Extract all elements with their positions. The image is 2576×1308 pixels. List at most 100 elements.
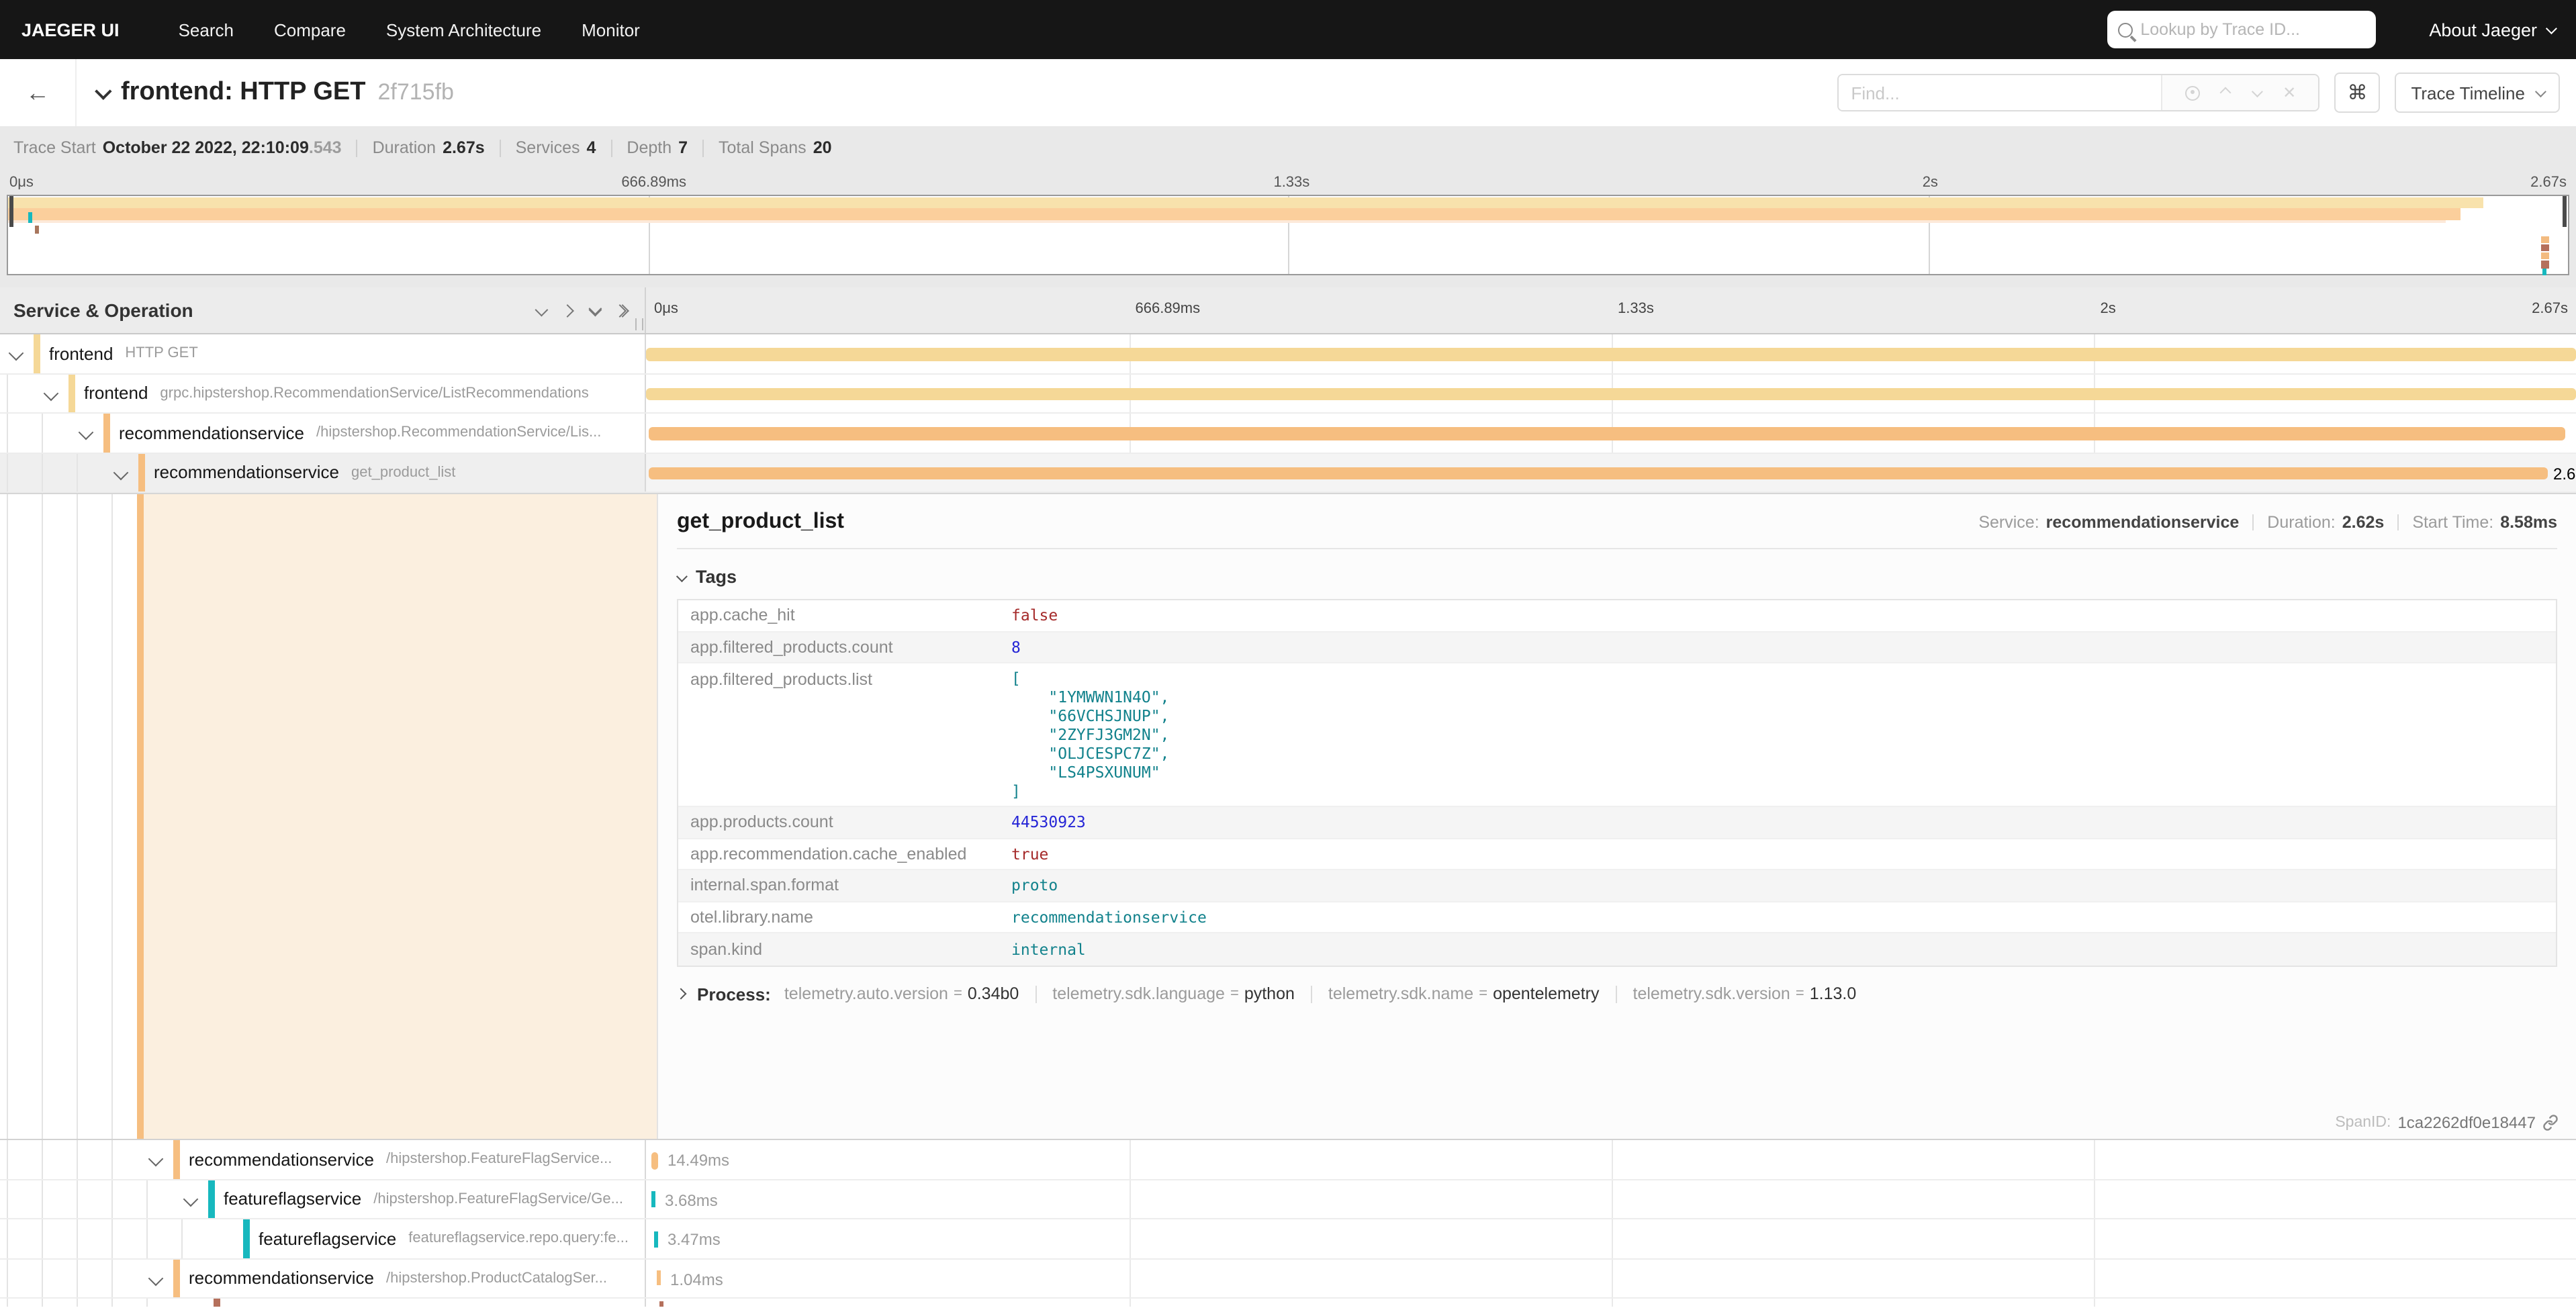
- span-name-cell[interactable]: frontend grpc.hipstershop.Recommendation…: [0, 374, 646, 412]
- span-bar-cell: [646, 1299, 2576, 1307]
- span-detail-title: get_product_list: [677, 510, 1978, 534]
- trace-view-label: Trace Timeline: [2411, 83, 2525, 103]
- span-bar[interactable]: [649, 427, 2565, 440]
- span-name-cell[interactable]: featureflagservice featureflagservice.re…: [0, 1219, 646, 1258]
- focus-match-icon[interactable]: [2185, 85, 2200, 100]
- span-bar[interactable]: [646, 348, 2576, 361]
- span-name-cell[interactable]: recommendationservice /hipstershop.Recom…: [0, 414, 646, 452]
- minimap-span-tick: [2541, 252, 2549, 259]
- meta-total-spans: Total Spans 20: [688, 138, 831, 157]
- collapse-trace-chevron[interactable]: [95, 82, 111, 99]
- span-bar-cell: 3.68ms: [646, 1180, 2576, 1218]
- chevron-down-icon: [676, 570, 688, 581]
- minimap-span-tick-teal: [2542, 269, 2546, 275]
- span-bar[interactable]: [659, 1301, 663, 1307]
- nav-item-monitor[interactable]: Monitor: [582, 19, 640, 40]
- service-name: recommendationservice: [189, 1268, 374, 1289]
- minimap-drag-handle-left[interactable]: [9, 196, 13, 227]
- prev-match-icon[interactable]: [2220, 87, 2232, 99]
- tag-row[interactable]: app.filtered_products.count 8: [678, 632, 2556, 663]
- service-color-strip: [173, 1140, 179, 1178]
- trace-title: frontend: HTTP GET: [121, 78, 366, 107]
- next-match-icon[interactable]: [2252, 86, 2263, 97]
- expand-one-icon[interactable]: [553, 297, 580, 324]
- service-color-strip: [103, 414, 109, 452]
- trace-lookup-input[interactable]: [2140, 20, 2364, 39]
- top-navbar: JAEGER UI Search Compare System Architec…: [0, 0, 2576, 59]
- tag-row[interactable]: app.products.count 44530923: [678, 807, 2556, 839]
- minimap-drag-handle-right[interactable]: [2563, 196, 2567, 227]
- minimap-span-band-frontend: [8, 197, 2483, 208]
- span-duration-label: 14.49ms: [668, 1151, 729, 1170]
- collapse-one-icon[interactable]: [526, 297, 553, 324]
- back-button[interactable]: ←: [0, 59, 77, 126]
- collapse-span-chevron[interactable]: [148, 1152, 164, 1167]
- tags-section-toggle[interactable]: Tags: [677, 567, 2557, 587]
- meta-depth: Depth 7: [596, 138, 688, 157]
- tag-row[interactable]: otel.library.name recommendationservice: [678, 902, 2556, 933]
- span-row-featureflag-repo-query: featureflagservice featureflagservice.re…: [0, 1219, 2576, 1259]
- service-color-strip: [243, 1219, 249, 1258]
- span-detail-row: get_product_list Service: recommendation…: [0, 493, 2576, 1140]
- keyboard-shortcuts-button[interactable]: ⌘: [2334, 73, 2380, 113]
- tag-row[interactable]: internal.span.format proto: [678, 870, 2556, 902]
- collapse-span-chevron[interactable]: [113, 465, 129, 480]
- span-row-featureflagservice-get: featureflagservice /hipstershop.FeatureF…: [0, 1180, 2576, 1219]
- span-name-cell[interactable]: recommendationservice /hipstershop.Produ…: [0, 1259, 646, 1297]
- back-arrow-icon: ←: [26, 79, 50, 107]
- collapse-all-icon[interactable]: [580, 297, 607, 324]
- detail-duration: Duration: 2.62s: [2239, 513, 2384, 532]
- span-name-cell[interactable]: featureflagservice /hipstershop.FeatureF…: [0, 1180, 646, 1218]
- process-section-toggle[interactable]: Process: telemetry.auto.version = 0.34b0…: [677, 984, 2557, 1004]
- column-resize-grip[interactable]: [635, 318, 643, 330]
- nav-item-system-architecture[interactable]: System Architecture: [386, 19, 541, 40]
- nav-item-compare[interactable]: Compare: [274, 19, 346, 40]
- operation-name: /hipstershop.FeatureFlagService...: [386, 1152, 612, 1168]
- span-bar-cell: 2.62s: [646, 453, 2576, 492]
- clear-find-icon[interactable]: ✕: [2283, 83, 2296, 102]
- chevron-down-icon: [2535, 86, 2546, 97]
- minimap-span-band-faint: [8, 220, 2445, 223]
- trace-id-badge: 2f715fb: [378, 79, 454, 106]
- tags-title: Tags: [696, 567, 737, 587]
- process-item: telemetry.sdk.name = opentelemetry: [1295, 984, 1600, 1003]
- service-color-strip: [34, 334, 40, 373]
- minimap-span-tick: [2541, 236, 2549, 243]
- find-input[interactable]: [1839, 75, 2161, 110]
- tag-row[interactable]: app.recommendation.cache_enabled true: [678, 839, 2556, 870]
- span-name-cell[interactable]: [0, 1299, 646, 1307]
- span-name-cell[interactable]: recommendationservice get_product_list: [0, 453, 646, 492]
- selected-span-color-bar: [137, 494, 144, 1139]
- tag-row[interactable]: app.filtered_products.list [ "1YMWWN1N4O…: [678, 663, 2556, 807]
- span-bar[interactable]: [649, 467, 2548, 479]
- collapse-span-chevron[interactable]: [44, 385, 59, 401]
- span-bar[interactable]: [654, 1231, 658, 1247]
- span-bar[interactable]: [657, 1270, 660, 1285]
- tag-row[interactable]: app.cache_hit false: [678, 600, 2556, 632]
- trace-view-selector[interactable]: Trace Timeline: [2395, 73, 2560, 113]
- span-bar[interactable]: [646, 387, 2576, 400]
- collapse-span-chevron[interactable]: [148, 1270, 164, 1286]
- collapse-span-chevron[interactable]: [9, 346, 24, 361]
- span-duration-label: 2.62s: [2553, 464, 2576, 483]
- span-row-partial: [0, 1299, 2576, 1307]
- span-bar[interactable]: [651, 1152, 658, 1169]
- collapse-span-chevron[interactable]: [183, 1191, 199, 1207]
- expand-all-icon[interactable]: [607, 297, 634, 324]
- about-jaeger-menu[interactable]: About Jaeger: [2429, 19, 2555, 40]
- minimap-canvas[interactable]: [7, 195, 2569, 275]
- service-name: recommendationservice: [189, 1150, 374, 1170]
- trace-title-bar: ← frontend: HTTP GET 2f715fb ✕ ⌘ Trace T…: [0, 59, 2576, 128]
- chevron-down-icon: [2546, 23, 2557, 34]
- span-name-cell[interactable]: recommendationservice /hipstershop.Featu…: [0, 1140, 646, 1178]
- command-icon: ⌘: [2347, 81, 2367, 105]
- nav-item-search[interactable]: Search: [179, 19, 234, 40]
- span-name-cell[interactable]: frontend HTTP GET: [0, 334, 646, 373]
- tag-row[interactable]: span.kind internal: [678, 933, 2556, 965]
- selected-span-highlight: [144, 494, 657, 1139]
- collapse-span-chevron[interactable]: [79, 425, 94, 440]
- link-icon[interactable]: [2542, 1115, 2559, 1131]
- span-bar-cell: [646, 374, 2576, 412]
- brand-jaeger-ui[interactable]: JAEGER UI: [21, 19, 120, 40]
- span-bar[interactable]: [651, 1191, 655, 1207]
